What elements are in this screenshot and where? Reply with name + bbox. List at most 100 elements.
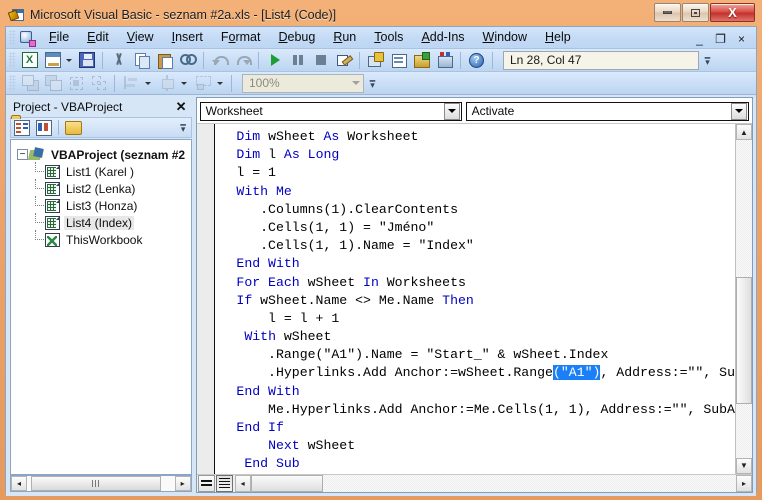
scrollbar-track[interactable] [27, 475, 175, 491]
code-line: l = l + 1 [221, 310, 735, 328]
menu-grip[interactable] [9, 29, 16, 46]
scroll-left-button[interactable]: ◂ [234, 474, 251, 492]
align-dropdown[interactable] [142, 72, 155, 94]
menu-item-help[interactable]: Help [536, 27, 580, 48]
tree-item-list4[interactable]: List4 (Index) [11, 213, 191, 231]
tree-item-thisworkbook[interactable]: ThisWorkbook [11, 230, 191, 248]
resize-handle[interactable] [748, 486, 762, 500]
code-vscrollbar[interactable]: ▲ ▼ [735, 124, 752, 474]
ungroup-button[interactable] [87, 72, 110, 94]
redo-button[interactable] [231, 49, 254, 71]
zoom-combobox[interactable]: 100% [242, 73, 364, 93]
full-module-view-button[interactable] [215, 474, 233, 492]
run-button[interactable] [263, 49, 286, 71]
window-buttons: X [654, 3, 755, 22]
make-same-size-dropdown[interactable] [214, 72, 227, 94]
menu-item-debug[interactable]: Debug [269, 27, 324, 48]
view-object-button[interactable] [33, 118, 55, 137]
toolbar-overflow-button[interactable]: ━ ▾ [701, 50, 714, 70]
scrollbar-thumb[interactable] [736, 276, 752, 404]
align-button[interactable] [119, 72, 142, 94]
design-mode-button[interactable] [332, 49, 355, 71]
object-combobox[interactable]: Worksheet [199, 101, 462, 121]
view-excel-button[interactable] [18, 49, 41, 71]
code-keyword: Then [442, 292, 474, 308]
procedure-combobox-value: Activate [471, 104, 515, 118]
menu-item-file[interactable]: File [40, 27, 78, 48]
help-button[interactable] [465, 49, 488, 71]
project-explorer-hscrollbar[interactable]: ◂ ▸ [10, 474, 192, 492]
undo-button[interactable] [208, 49, 231, 71]
code-hscrollbar[interactable]: ◂ ▸ [234, 474, 752, 492]
client-area: File Edit View Insert Format Debug Run T… [5, 26, 757, 496]
menu-item-insert[interactable]: Insert [163, 27, 212, 48]
menu-item-format[interactable]: Format [212, 27, 270, 48]
code-editor[interactable]: Dim wSheet As Worksheet Dim l As Long l … [214, 124, 735, 474]
close-button[interactable]: X [710, 3, 755, 22]
mdi-minimize-button[interactable]: _ [693, 32, 706, 46]
mdi-close-button[interactable]: × [735, 32, 748, 46]
scrollbar-thumb[interactable] [31, 475, 161, 491]
toggle-folders-button[interactable] [62, 118, 84, 137]
project-tree[interactable]: − VBAProject (seznam #2 List1 (Karel ) L… [10, 139, 192, 475]
minimize-button[interactable] [654, 3, 681, 22]
toolbar-separator [58, 120, 59, 135]
object-combobox-arrow[interactable] [443, 102, 460, 120]
center-button[interactable] [155, 72, 178, 94]
paste-button[interactable] [153, 49, 176, 71]
break-button[interactable] [286, 49, 309, 71]
scrollbar-track[interactable] [736, 140, 752, 458]
scroll-down-button[interactable]: ▼ [736, 457, 752, 474]
menu-item-window[interactable]: Window [474, 27, 536, 48]
menu-item-edit[interactable]: Edit [78, 27, 118, 48]
tree-item-list1[interactable]: List1 (Karel ) [11, 162, 191, 180]
menu-item-add-ins[interactable]: Add-Ins [412, 27, 473, 48]
scroll-right-button[interactable]: ▸ [174, 475, 191, 491]
restore-button[interactable] [682, 3, 709, 22]
insert-userform-dropdown[interactable] [64, 49, 75, 71]
send-to-back-button[interactable] [41, 72, 64, 94]
insert-userform-button[interactable] [41, 49, 64, 71]
userform-toolbar: 100% ━ ▾ [6, 72, 756, 95]
workbook-icon [45, 232, 60, 247]
save-button[interactable] [75, 49, 98, 71]
object-browser-button[interactable] [410, 49, 433, 71]
menu-item-view[interactable]: View [118, 27, 163, 48]
collapse-icon[interactable]: − [17, 149, 28, 160]
scrollbar-thumb[interactable] [250, 474, 323, 492]
toolbar-grip[interactable] [9, 75, 16, 91]
bring-to-front-button[interactable] [18, 72, 41, 94]
project-explorer-close-icon[interactable]: ✕ [174, 99, 189, 114]
scroll-left-button[interactable]: ◂ [11, 475, 27, 491]
group-button[interactable] [64, 72, 87, 94]
code-margin-indicator-bar[interactable] [196, 124, 215, 474]
make-same-size-button[interactable] [191, 72, 214, 94]
procedure-view-button[interactable] [197, 474, 215, 492]
scrollbar-track[interactable] [250, 474, 736, 492]
copy-button[interactable] [130, 49, 153, 71]
view-code-button[interactable] [11, 118, 33, 137]
procedure-combobox[interactable]: Activate [465, 101, 749, 121]
menu-item-tools[interactable]: Tools [365, 27, 412, 48]
vba-project-icon [29, 148, 45, 162]
procedure-combobox-arrow[interactable] [731, 102, 747, 120]
toolbox-button[interactable] [433, 49, 456, 71]
toolbar-overflow-button[interactable]: ━ ▾ [177, 117, 190, 137]
project-explorer-button[interactable] [364, 49, 387, 71]
toolbar-grip[interactable] [9, 52, 16, 68]
tree-item-list3[interactable]: List3 (Honza) [11, 196, 191, 214]
tree-item-list2[interactable]: List2 (Lenka) [11, 179, 191, 197]
toolbar-overflow-button[interactable]: ━ ▾ [366, 73, 379, 93]
code-keyword: With [244, 329, 276, 345]
find-button[interactable] [176, 49, 199, 71]
menu-item-run[interactable]: Run [324, 27, 365, 48]
properties-window-button[interactable] [387, 49, 410, 71]
cut-button[interactable] [107, 49, 130, 71]
mdi-restore-button[interactable]: ❐ [714, 32, 727, 46]
center-dropdown[interactable] [178, 72, 191, 94]
reset-button[interactable] [309, 49, 332, 71]
scroll-up-button[interactable]: ▲ [736, 124, 752, 140]
tree-item-vbaproject[interactable]: − VBAProject (seznam #2 [11, 146, 191, 163]
tree-item-label: List1 (Karel ) [66, 164, 135, 179]
